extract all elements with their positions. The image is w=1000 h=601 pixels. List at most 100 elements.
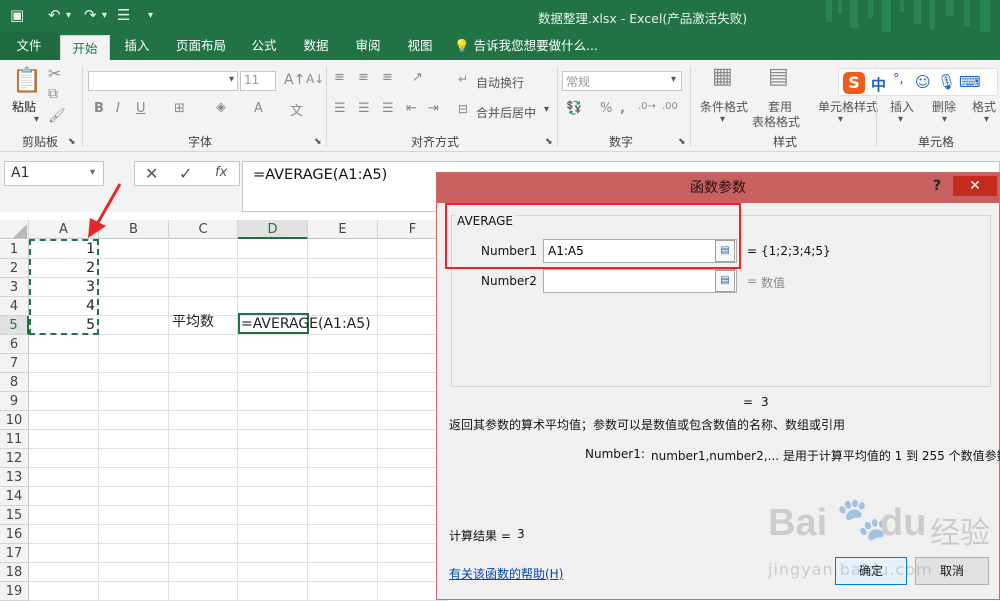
shrink-font-icon[interactable]: A↓ xyxy=(306,72,324,86)
grid-cell[interactable] xyxy=(99,563,169,582)
grid-cell[interactable] xyxy=(169,468,238,487)
grid-cell[interactable] xyxy=(99,316,169,335)
undo-dropdown-icon[interactable]: ▾ xyxy=(66,10,71,21)
cell-styles-button[interactable]: 单元格样式 xyxy=(818,98,878,115)
sogou-logo-icon[interactable]: S xyxy=(843,72,865,94)
tab-review[interactable]: 审阅 xyxy=(346,32,390,60)
grid-cell[interactable] xyxy=(238,449,308,468)
tab-file[interactable]: 文件 xyxy=(0,32,58,60)
row-header[interactable]: 11 xyxy=(0,430,29,449)
grid-cell[interactable] xyxy=(29,487,99,506)
redo-dropdown-icon[interactable]: ▾ xyxy=(102,10,107,21)
row-header[interactable]: 7 xyxy=(0,354,29,373)
cell-styles-dropdown-icon[interactable]: ▾ xyxy=(838,114,843,125)
grid-cell[interactable] xyxy=(308,392,378,411)
underline-icon[interactable]: U xyxy=(136,101,146,116)
grid-cell[interactable] xyxy=(238,373,308,392)
grid-cell[interactable] xyxy=(99,373,169,392)
grid-cell[interactable] xyxy=(99,525,169,544)
merge-center-button[interactable]: 合并后居中 xyxy=(476,104,536,121)
tab-data[interactable]: 数据 xyxy=(294,32,338,60)
grid-cell[interactable] xyxy=(308,525,378,544)
grid-cell[interactable] xyxy=(99,392,169,411)
column-header-e[interactable]: E xyxy=(308,220,378,239)
grid-cell[interactable] xyxy=(308,240,378,259)
voice-icon[interactable]: 🎙 xyxy=(937,73,956,91)
grid-cell[interactable] xyxy=(308,259,378,278)
redo-icon[interactable]: ↷ xyxy=(84,6,97,24)
format-cells-button[interactable]: 格式 xyxy=(972,98,996,115)
grid-cell[interactable] xyxy=(238,411,308,430)
number-launcher-icon[interactable]: ⬊ xyxy=(678,137,686,147)
grow-font-icon[interactable]: A↑ xyxy=(284,72,305,88)
paste-button[interactable]: 粘贴 xyxy=(12,98,36,115)
currency-icon[interactable]: 💱 xyxy=(566,101,582,116)
cancel-entry-icon[interactable]: ✕ xyxy=(145,164,158,183)
grid-cell[interactable] xyxy=(238,582,308,601)
orientation-icon[interactable]: ↗ xyxy=(412,70,423,85)
grid-cell[interactable] xyxy=(169,392,238,411)
align-launcher-icon[interactable]: ⬊ xyxy=(545,137,553,147)
grid-cell[interactable] xyxy=(99,278,169,297)
grid-cell[interactable] xyxy=(99,411,169,430)
grid-cell[interactable] xyxy=(169,373,238,392)
grid-cell[interactable] xyxy=(238,392,308,411)
align-bottom-icon[interactable]: ≡ xyxy=(382,70,393,85)
tab-insert[interactable]: 插入 xyxy=(114,32,160,60)
decrease-decimal-icon[interactable]: .00 xyxy=(662,101,678,112)
merge-dropdown-icon[interactable]: ▾ xyxy=(544,104,549,115)
grid-cell[interactable] xyxy=(169,487,238,506)
grid-cell[interactable] xyxy=(29,468,99,487)
row-header[interactable]: 5 xyxy=(0,316,29,335)
grid-cell[interactable] xyxy=(99,335,169,354)
tab-formulas[interactable]: 公式 xyxy=(242,32,286,60)
grid-cell[interactable] xyxy=(308,430,378,449)
grid-cell[interactable] xyxy=(238,525,308,544)
grid-cell[interactable] xyxy=(308,373,378,392)
grid-cell[interactable] xyxy=(308,297,378,316)
grid-cell[interactable] xyxy=(169,582,238,601)
grid-cell[interactable] xyxy=(238,430,308,449)
grid-cell[interactable] xyxy=(169,354,238,373)
grid-cell[interactable] xyxy=(238,506,308,525)
grid-cell[interactable] xyxy=(308,411,378,430)
bold-icon[interactable]: B xyxy=(94,101,104,116)
grid-cell[interactable] xyxy=(238,259,308,278)
row-header[interactable]: 17 xyxy=(0,544,29,563)
grid-cell[interactable] xyxy=(238,544,308,563)
undo-icon[interactable]: ↶ xyxy=(48,6,61,24)
grid-cell[interactable] xyxy=(169,563,238,582)
column-header-c[interactable]: C xyxy=(169,220,238,239)
grid-cell[interactable] xyxy=(169,278,238,297)
punctuation-icon[interactable]: °, xyxy=(893,72,904,87)
grid-cell[interactable] xyxy=(29,354,99,373)
grid-cell[interactable] xyxy=(99,240,169,259)
grid-cell[interactable] xyxy=(29,449,99,468)
copy-icon[interactable]: ⧉ xyxy=(48,86,58,102)
font-launcher-icon[interactable]: ⬊ xyxy=(314,137,322,147)
cancel-button[interactable]: 取消 xyxy=(915,557,989,585)
insert-function-icon[interactable]: fx xyxy=(215,165,227,180)
form-icon[interactable]: ☰ xyxy=(117,6,130,24)
grid-cell[interactable] xyxy=(99,259,169,278)
grid-cell[interactable] xyxy=(29,563,99,582)
increase-decimal-icon[interactable]: .0→ xyxy=(638,101,656,112)
row-header[interactable]: 9 xyxy=(0,392,29,411)
paste-icon[interactable]: 📋 xyxy=(12,66,42,94)
grid-cell[interactable] xyxy=(308,468,378,487)
grid-cell[interactable] xyxy=(169,525,238,544)
grid-cell[interactable] xyxy=(238,487,308,506)
conditional-format-dropdown-icon[interactable]: ▾ xyxy=(720,114,725,125)
column-header-d[interactable]: D xyxy=(238,220,308,239)
grid-cell[interactable] xyxy=(238,468,308,487)
font-size-input[interactable]: 11 xyxy=(240,71,276,91)
grid-cell[interactable] xyxy=(238,278,308,297)
grid-cell[interactable] xyxy=(99,506,169,525)
grid-cell[interactable] xyxy=(308,449,378,468)
dialog-help-icon[interactable]: ? xyxy=(933,178,941,194)
grid-cell[interactable] xyxy=(29,430,99,449)
table-format-icon[interactable]: ▤ xyxy=(768,64,789,89)
conditional-format-button[interactable]: 条件格式 xyxy=(700,98,748,115)
save-icon[interactable]: ▣ xyxy=(10,6,24,24)
increase-indent-icon[interactable]: ⇥ xyxy=(428,101,439,116)
